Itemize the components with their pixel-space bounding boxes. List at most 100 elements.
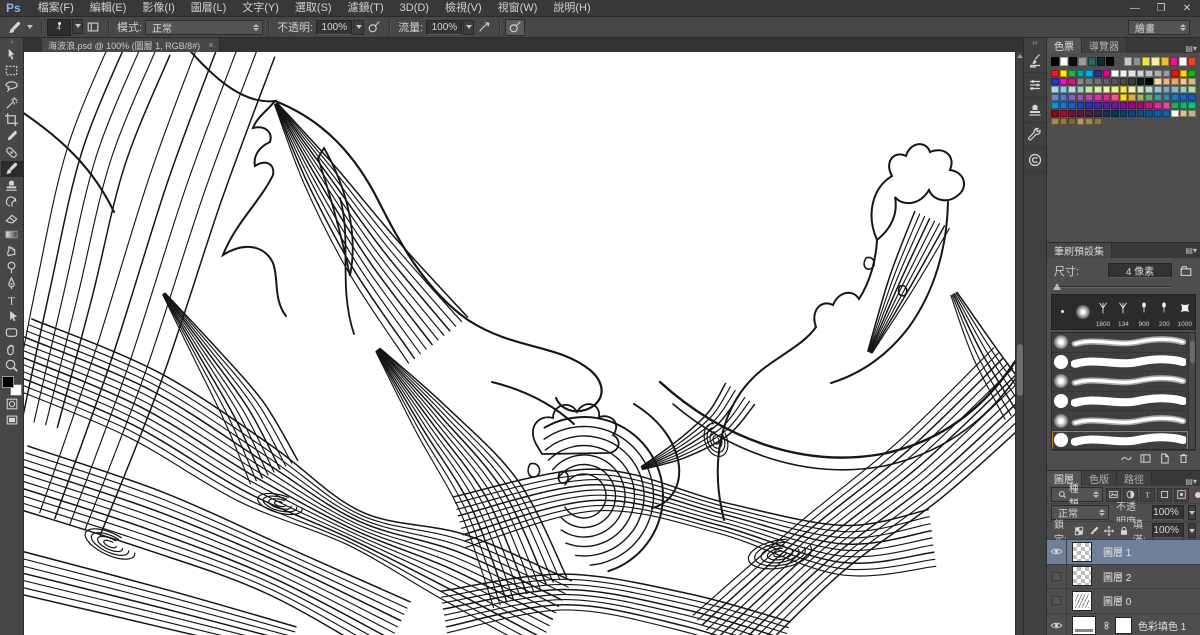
color-swatch[interactable]: [1171, 70, 1179, 77]
color-swatch[interactable]: [1137, 70, 1145, 77]
color-swatch[interactable]: [1128, 94, 1136, 101]
brush-tip-134[interactable]: 134: [1113, 295, 1133, 329]
tab-layers-2[interactable]: 路徑: [1117, 471, 1152, 486]
fill-thumbnail[interactable]: [1072, 616, 1096, 635]
document-tab[interactable]: 海波浪.psd @ 100% (圖層 1, RGB/8#) ×: [42, 38, 220, 52]
menu-4[interactable]: 文字(Y): [234, 0, 287, 16]
color-swatch[interactable]: [1145, 86, 1153, 93]
recent-swatch[interactable]: [1142, 57, 1150, 66]
recent-swatch[interactable]: [1106, 57, 1114, 66]
brush-size-input[interactable]: 4 像素: [1108, 263, 1172, 278]
color-swatch[interactable]: [1171, 78, 1179, 85]
color-swatch[interactable]: [1077, 110, 1085, 117]
pressure-opacity-icon[interactable]: [364, 19, 384, 36]
slider-knob[interactable]: [1053, 283, 1061, 290]
color-swatch[interactable]: [1154, 110, 1162, 117]
color-swatch[interactable]: [1163, 78, 1171, 85]
color-swatch[interactable]: [1180, 110, 1188, 117]
panel-menu-icon[interactable]: ▤▾: [1185, 477, 1197, 486]
brush-tip-soft[interactable]: [1072, 295, 1092, 329]
color-swatch[interactable]: [1085, 102, 1093, 109]
menu-5[interactable]: 選取(S): [287, 0, 340, 16]
filter-toggle[interactable]: [1194, 491, 1196, 499]
color-swatch[interactable]: [1111, 70, 1119, 77]
color-swatch[interactable]: [1171, 110, 1179, 117]
color-swatch[interactable]: [1094, 78, 1102, 85]
panel-icon-clone-source[interactable]: [1023, 98, 1047, 123]
color-swatch[interactable]: [1163, 110, 1171, 117]
recent-swatch[interactable]: [1078, 57, 1086, 66]
color-swatch[interactable]: [1120, 70, 1128, 77]
color-swatch[interactable]: [1111, 78, 1119, 85]
layer-row-3[interactable]: 色彩填色 1: [1047, 614, 1200, 635]
color-swatch[interactable]: [1137, 102, 1145, 109]
new-page-button[interactable]: [1158, 452, 1171, 465]
color-swatch[interactable]: [1051, 78, 1059, 85]
color-swatch[interactable]: [1085, 110, 1093, 117]
color-swatch[interactable]: [1060, 94, 1068, 101]
color-swatch[interactable]: [1120, 78, 1128, 85]
color-swatch[interactable]: [1137, 86, 1145, 93]
color-swatch[interactable]: [1103, 94, 1111, 101]
color-swatch[interactable]: [1077, 78, 1085, 85]
color-swatch[interactable]: [1128, 110, 1136, 117]
panel-icon-tool-presets[interactable]: [1023, 123, 1047, 148]
brush-preset-row-2[interactable]: [1052, 372, 1188, 392]
toolbar-collapse-icon[interactable]: ››: [10, 39, 13, 46]
canvas-vertical-scrollbar[interactable]: [1015, 52, 1023, 635]
visibility-toggle[interactable]: [1047, 614, 1067, 635]
visibility-toggle[interactable]: [1047, 589, 1067, 613]
pen-tool[interactable]: [1, 275, 23, 291]
color-swatch[interactable]: [1060, 118, 1068, 125]
color-swatch[interactable]: [1103, 110, 1111, 117]
color-swatch[interactable]: [1085, 94, 1093, 101]
color-swatch[interactable]: [1077, 86, 1085, 93]
brush-preset-row-4[interactable]: [1052, 411, 1188, 431]
color-swatch[interactable]: [1120, 110, 1128, 117]
flow-dropdown[interactable]: [463, 20, 474, 35]
color-swatch[interactable]: [1145, 94, 1153, 101]
path-select-tool[interactable]: [1, 308, 23, 324]
color-swatch[interactable]: [1163, 70, 1171, 77]
quick-mask-icon[interactable]: [1, 396, 23, 412]
menu-1[interactable]: 編輯(E): [82, 0, 135, 16]
color-swatch[interactable]: [1068, 118, 1076, 125]
color-swatch[interactable]: [1060, 86, 1068, 93]
airbrush-icon[interactable]: [474, 19, 494, 36]
menu-0[interactable]: 檔案(F): [30, 0, 82, 16]
color-swatch[interactable]: [1137, 78, 1145, 85]
brush-preset-row-3[interactable]: [1052, 392, 1188, 412]
brush-size-picker[interactable]: 4: [47, 19, 83, 36]
layer-fill-dropdown[interactable]: [1188, 523, 1196, 538]
pressure-size-icon[interactable]: [505, 19, 525, 36]
recent-swatch[interactable]: [1151, 57, 1159, 66]
color-swatch[interactable]: [1051, 110, 1059, 117]
menu-3[interactable]: 圖層(L): [183, 0, 234, 16]
color-swatch[interactable]: [1051, 70, 1059, 77]
color-swatch[interactable]: [1051, 86, 1059, 93]
fm-smart-filter-button[interactable]: [1174, 488, 1189, 502]
brush-tip-900[interactable]: 900: [1134, 295, 1154, 329]
blend-mode-select[interactable]: 正常: [145, 20, 263, 35]
color-swatch[interactable]: [1154, 102, 1162, 109]
color-swatch[interactable]: [1060, 70, 1068, 77]
color-swatch[interactable]: [1103, 86, 1111, 93]
opacity-input[interactable]: 100%: [316, 20, 352, 35]
color-swatch[interactable]: [1094, 86, 1102, 93]
recent-swatch[interactable]: [1088, 57, 1096, 66]
fm-shape-filter-button[interactable]: [1157, 488, 1172, 502]
color-swatch[interactable]: [1180, 102, 1188, 109]
layer-thumbnail[interactable]: [1072, 591, 1092, 611]
color-swatch[interactable]: [1180, 86, 1188, 93]
color-swatch[interactable]: [1145, 110, 1153, 117]
screen-mode-icon[interactable]: [1, 412, 23, 428]
brush-tip-1800[interactable]: 1800: [1093, 295, 1113, 329]
panel-sq-button[interactable]: [1139, 452, 1152, 465]
heal-tool[interactable]: [1, 144, 23, 160]
recent-swatch[interactable]: [1097, 57, 1105, 66]
lock-paint-button[interactable]: [1088, 525, 1100, 537]
brush-preset-row-5[interactable]: [1052, 431, 1188, 450]
color-swatch[interactable]: [1068, 78, 1076, 85]
layer-opacity-input[interactable]: 100%: [1152, 505, 1184, 520]
close-button[interactable]: ✕: [1174, 0, 1200, 16]
